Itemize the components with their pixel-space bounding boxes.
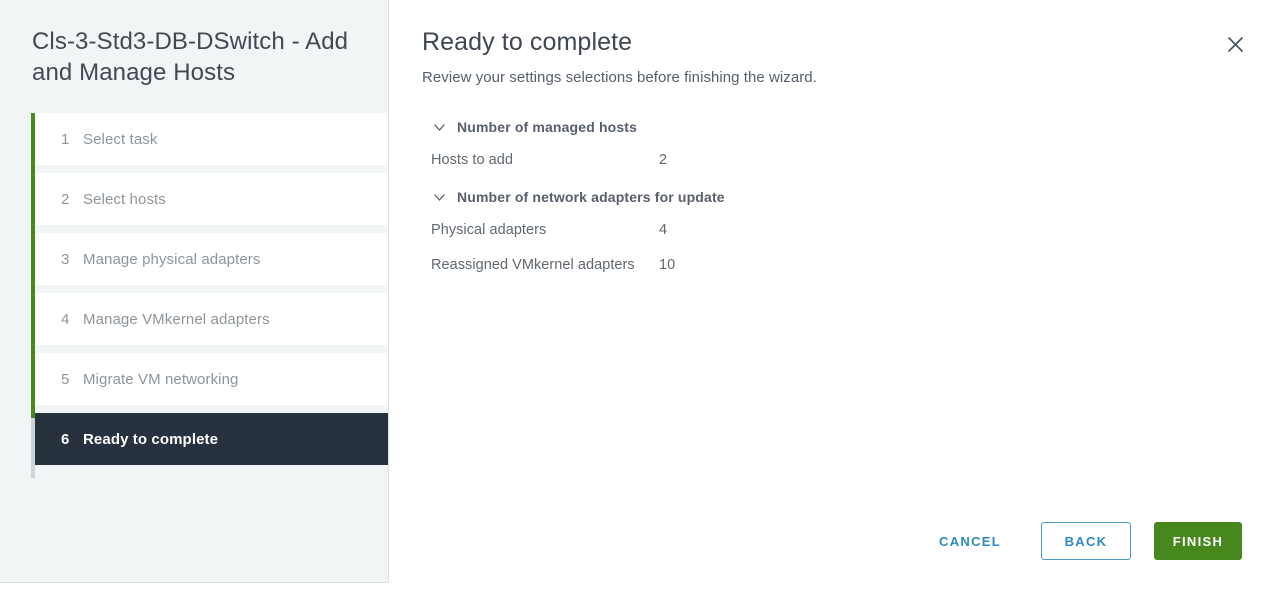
summary-group-title: Number of managed hosts bbox=[457, 119, 638, 135]
wizard-sidebar: Cls-3-Std3-DB-DSwitch - Add and Manage H… bbox=[0, 0, 389, 583]
summary-group-header[interactable]: Number of network adapters for update bbox=[431, 186, 1271, 208]
summary-group: Number of network adapters for update Phy… bbox=[431, 186, 1271, 275]
summary-row-value: 2 bbox=[659, 152, 668, 168]
summary-row-key: Reassigned VMkernel adapters bbox=[431, 257, 635, 273]
summary-group-header[interactable]: Number of managed hosts bbox=[431, 116, 1271, 138]
wizard-step-4[interactable]: 4 Manage VMkernel adapters bbox=[35, 293, 388, 345]
step-number: 6 bbox=[61, 430, 70, 448]
wizard-step-6[interactable]: 6 Ready to complete bbox=[35, 413, 388, 465]
close-icon[interactable] bbox=[1221, 30, 1249, 58]
summary-row: Physical adapters 4 bbox=[431, 221, 1271, 240]
step-label: Select task bbox=[83, 130, 158, 148]
step-number: 5 bbox=[61, 370, 70, 388]
step-label: Manage physical adapters bbox=[83, 250, 261, 268]
wizard-step-3[interactable]: 3 Manage physical adapters bbox=[35, 233, 388, 285]
summary-row-value: 10 bbox=[659, 257, 676, 273]
wizard-step-5[interactable]: 5 Migrate VM networking bbox=[35, 353, 388, 405]
step-label: Select hosts bbox=[83, 190, 166, 208]
wizard-title: Cls-3-Std3-DB-DSwitch - Add and Manage H… bbox=[32, 28, 349, 86]
wizard-main-panel: Ready to complete Review your settings s… bbox=[389, 0, 1271, 590]
summary-row: Hosts to add 2 bbox=[431, 151, 1271, 170]
summary-rows: Hosts to add 2 bbox=[431, 151, 1271, 170]
summary-row-key: Physical adapters bbox=[431, 222, 547, 238]
wizard-step-list: 1 Select task 2 Select hosts 3 Manage physica… bbox=[0, 113, 388, 465]
step-label: Migrate VM networking bbox=[83, 370, 239, 388]
step-label: Ready to complete bbox=[83, 430, 219, 448]
step-number: 2 bbox=[61, 190, 70, 208]
back-button[interactable]: BACK bbox=[1041, 522, 1131, 560]
step-label: Manage VMkernel adapters bbox=[83, 310, 270, 328]
summary-group-title: Number of network adapters for update bbox=[457, 189, 725, 205]
summary-row: Reassigned VMkernel adapters 10 bbox=[431, 256, 1271, 275]
chevron-down-icon[interactable] bbox=[431, 119, 447, 135]
summary-sections: Number of managed hosts Hosts to add 2 Numb… bbox=[389, 86, 1271, 275]
summary-row-value: 4 bbox=[659, 222, 668, 238]
summary-row-key: Hosts to add bbox=[431, 152, 514, 168]
finish-button[interactable]: FINISH bbox=[1154, 522, 1242, 560]
summary-group: Number of managed hosts Hosts to add 2 bbox=[431, 116, 1271, 170]
wizard-step-2[interactable]: 2 Select hosts bbox=[35, 173, 388, 225]
wizard-footer-actions: CANCEL BACK FINISH bbox=[921, 522, 1242, 560]
step-number: 3 bbox=[61, 250, 70, 268]
wizard-steps-container: 1 Select task 2 Select hosts 3 Manage physica… bbox=[0, 113, 388, 478]
summary-rows: Physical adapters 4 Reassigned VMkernel ad… bbox=[431, 221, 1271, 275]
page-title: Ready to complete bbox=[422, 28, 633, 56]
cancel-button[interactable]: CANCEL bbox=[921, 523, 1019, 559]
page-subtitle: Review your settings selections before f… bbox=[422, 69, 817, 86]
step-number: 1 bbox=[61, 130, 70, 148]
chevron-down-icon[interactable] bbox=[431, 189, 447, 205]
step-number: 4 bbox=[61, 310, 70, 328]
wizard-step-1[interactable]: 1 Select task bbox=[35, 113, 388, 165]
add-and-manage-hosts-wizard: Cls-3-Std3-DB-DSwitch - Add and Manage H… bbox=[0, 0, 1271, 590]
